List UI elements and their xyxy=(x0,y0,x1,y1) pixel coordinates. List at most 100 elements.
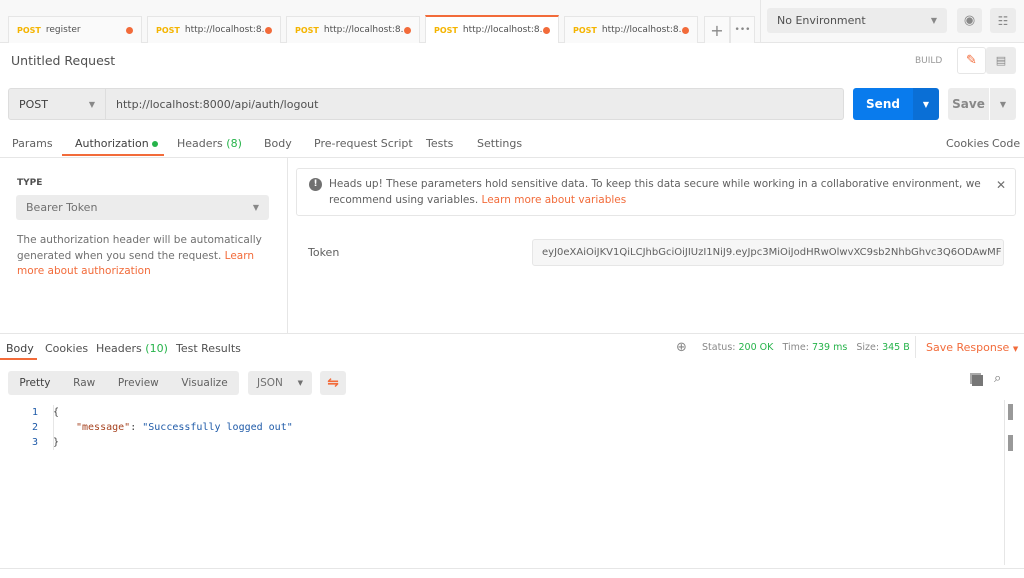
divider xyxy=(760,0,761,43)
tab-pre-request-script[interactable]: Pre-request Script xyxy=(314,137,413,150)
learn-more-variables-link[interactable]: Learn more about variables xyxy=(482,194,627,206)
scrollbar-thumb[interactable] xyxy=(1008,435,1013,451)
unsaved-dot-icon xyxy=(543,26,550,34)
unsaved-dot-icon xyxy=(682,26,689,34)
request-tab[interactable]: POST register xyxy=(8,16,142,43)
response-tab-cookies[interactable]: Cookies xyxy=(45,342,88,355)
more-tabs-icon[interactable]: ••• xyxy=(730,16,755,43)
search-icon[interactable]: ⌕ xyxy=(994,371,1001,386)
method-select[interactable]: POST ▼ xyxy=(8,88,106,120)
code-line: } xyxy=(53,437,60,448)
tab-label: http://localhost:8... xyxy=(462,25,543,35)
edit-pencil-icon[interactable]: ✎ xyxy=(957,47,986,74)
send-options-chevron-icon[interactable]: ▼ xyxy=(913,88,939,120)
save-response-button[interactable]: Save Response ▼ xyxy=(926,341,1018,354)
tab-label: http://localhost:8... xyxy=(184,25,265,35)
globe-icon[interactable]: ⊕ xyxy=(676,340,687,355)
tab-settings[interactable]: Settings xyxy=(477,137,522,150)
divider xyxy=(915,336,916,358)
copy-icon[interactable] xyxy=(972,375,983,386)
active-dot-icon xyxy=(152,141,159,147)
active-tab-underline xyxy=(0,358,37,360)
method-label: POST xyxy=(156,25,180,35)
divider xyxy=(0,157,1024,158)
request-tab[interactable]: POST http://localhost:8... xyxy=(147,16,281,43)
auth-type-select[interactable]: Bearer Token ▼ xyxy=(16,195,269,220)
eye-icon[interactable]: ◉ xyxy=(957,8,982,33)
line-numbers: 1 2 3 xyxy=(30,405,38,450)
format-select[interactable]: JSON ▼ xyxy=(248,371,312,395)
request-tab[interactable]: POST http://localhost:8... xyxy=(286,16,420,43)
response-tab-body[interactable]: Body xyxy=(6,342,34,355)
scrollbar-thumb[interactable] xyxy=(1008,404,1013,420)
line-number: 3 xyxy=(31,437,38,448)
alert-text: Heads up! These parameters hold sensitiv… xyxy=(329,177,989,208)
environment-select[interactable]: No Environment ▼ xyxy=(767,8,947,33)
save-options-chevron-icon[interactable]: ▼ xyxy=(990,88,1016,120)
size-value: 345 B xyxy=(882,342,910,353)
chevron-down-icon: ▼ xyxy=(1012,345,1019,353)
time-value: 739 ms xyxy=(811,342,848,353)
save-button[interactable]: Save xyxy=(948,88,989,120)
type-label: TYPE xyxy=(17,178,43,188)
unsaved-dot-icon xyxy=(265,26,272,34)
status-label: Status: xyxy=(702,342,736,353)
response-tab-test-results[interactable]: Test Results xyxy=(176,342,241,355)
response-meta: Status: 200 OK Time: 739 ms Size: 345 B xyxy=(702,342,910,353)
headers-count: (10) xyxy=(145,342,168,355)
close-icon[interactable]: ✕ xyxy=(996,178,1006,192)
response-body[interactable]: { "message": "Successfully logged out" } xyxy=(53,405,293,450)
tab-params[interactable]: Params xyxy=(12,137,53,150)
tab-label: Headers xyxy=(177,137,223,150)
request-tab[interactable]: POST http://localhost:8... xyxy=(564,16,698,43)
status-value: 200 OK xyxy=(738,342,774,353)
tab-body[interactable]: Body xyxy=(264,137,292,150)
divider xyxy=(0,568,1024,569)
cookies-link[interactable]: Cookies xyxy=(946,137,989,150)
view-visualize[interactable]: Visualize xyxy=(181,377,227,389)
new-tab-plus-icon[interactable]: + xyxy=(704,16,730,43)
method-label: POST xyxy=(17,25,41,35)
code-link[interactable]: Code xyxy=(992,137,1020,150)
scrollbar-track xyxy=(1004,400,1005,565)
method-label: POST xyxy=(573,25,597,35)
line-number: 2 xyxy=(31,422,38,433)
method-label: POST xyxy=(295,25,319,35)
view-preview[interactable]: Preview xyxy=(118,377,159,389)
active-tab-underline xyxy=(62,154,164,156)
tab-label: Headers xyxy=(96,342,142,355)
code-line: "message": "Successfully logged out" xyxy=(76,422,293,433)
alert-icon: ! xyxy=(309,178,322,191)
unsaved-dot-icon xyxy=(126,26,133,34)
unsaved-dot-icon xyxy=(404,26,411,34)
auth-type-value: Bearer Token xyxy=(26,201,98,214)
comments-icon[interactable]: ▤ xyxy=(986,47,1016,74)
tab-authorization[interactable]: Authorization xyxy=(75,137,159,150)
time-label: Time: xyxy=(782,342,809,353)
send-button[interactable]: Send xyxy=(853,88,913,120)
headers-count: (8) xyxy=(226,137,242,150)
request-title[interactable]: Untitled Request xyxy=(11,53,115,68)
tab-headers[interactable]: Headers (8) xyxy=(177,137,242,150)
divider xyxy=(0,333,1024,334)
json-key: "message" xyxy=(76,422,131,433)
url-input[interactable]: http://localhost:8000/api/auth/logout xyxy=(106,88,844,120)
divider xyxy=(287,158,288,333)
response-tab-headers[interactable]: Headers (10) xyxy=(96,342,168,355)
save-response-label: Save Response xyxy=(926,341,1010,354)
token-input[interactable]: eyJ0eXAiOiJKV1QiLCJhbGciOiJIUzI1NiJ9.eyJ… xyxy=(532,239,1004,266)
format-value: JSON xyxy=(257,377,283,389)
json-value: "Successfully logged out" xyxy=(142,422,293,433)
view-pretty[interactable]: Pretty xyxy=(19,377,50,389)
tab-tests[interactable]: Tests xyxy=(426,137,453,150)
wrap-lines-icon[interactable]: ⇋ xyxy=(320,371,346,395)
tab-label: http://localhost:8... xyxy=(601,25,682,35)
view-mode-group: Pretty Raw Preview Visualize xyxy=(8,371,239,395)
build-label: BUILD xyxy=(915,56,943,66)
chevron-down-icon: ▼ xyxy=(930,16,937,25)
chevron-down-icon: ▼ xyxy=(297,379,303,387)
tab-label: register xyxy=(45,25,81,35)
request-tab-active[interactable]: POST http://localhost:8... xyxy=(425,15,559,43)
view-raw[interactable]: Raw xyxy=(73,377,95,389)
settings-sliders-icon[interactable]: ☷ xyxy=(990,8,1016,33)
